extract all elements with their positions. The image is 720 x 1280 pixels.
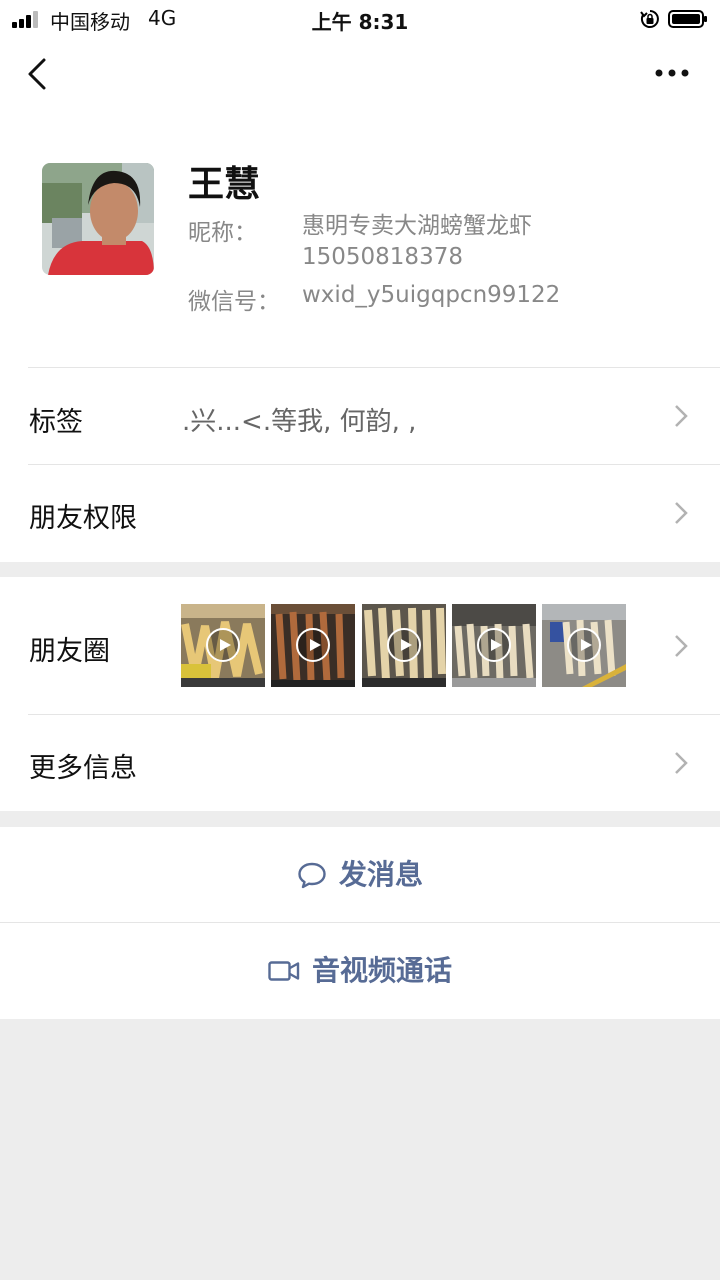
moment-thumbnail[interactable] [181, 604, 265, 687]
video-camera-icon [268, 961, 300, 981]
contact-name: 王慧 [188, 164, 261, 205]
play-icon [387, 628, 421, 662]
wechat-id-value: wxid_y5uigqpcn99122 [302, 282, 561, 308]
tags-label: 标签 [29, 407, 83, 438]
play-icon [296, 628, 330, 662]
wechat-id-label: 微信号： [188, 289, 280, 315]
more-info-label: 更多信息 [29, 753, 137, 784]
more-info-row[interactable]: 更多信息 [0, 715, 720, 811]
nickname-line-1: 惠明专卖大湖螃蟹龙虾 [302, 213, 532, 239]
battery-icon [668, 10, 707, 28]
avatar[interactable] [42, 163, 154, 275]
chevron-right-icon [675, 635, 688, 657]
send-message-label: 发消息 [338, 858, 423, 891]
permissions-label: 朋友权限 [29, 503, 137, 534]
send-message-button[interactable]: 发消息 [0, 827, 720, 922]
moments-label: 朋友圈 [29, 636, 110, 667]
audio-video-call-label: 音视频通话 [311, 954, 452, 987]
rotation-lock-icon [640, 10, 659, 28]
nickname-label: 昵称： [188, 220, 257, 246]
permissions-row[interactable]: 朋友权限 [0, 465, 720, 561]
play-icon [477, 628, 511, 662]
status-bar: 中国移动 4G 上午 8:31 [0, 0, 720, 38]
tags-value: .兴...<.等我, 何韵, , [182, 407, 417, 437]
play-icon [567, 628, 601, 662]
back-button[interactable] [22, 54, 56, 94]
chat-bubble-icon [298, 862, 326, 888]
moment-thumbnail[interactable] [362, 604, 446, 687]
tags-row[interactable]: 标签 .兴...<.等我, 何韵, , [0, 368, 720, 464]
moment-thumbnail[interactable] [271, 604, 355, 687]
audio-video-call-button[interactable]: 音视频通话 [0, 923, 720, 1019]
chevron-right-icon [675, 405, 688, 427]
nickname-line-2: 15050818378 [302, 244, 463, 270]
chevron-right-icon [675, 502, 688, 524]
nickname-value: 惠明专卖大湖螃蟹龙虾 15050818378 [302, 211, 532, 273]
moment-thumbnail[interactable] [542, 604, 626, 687]
moment-thumbnail[interactable] [452, 604, 536, 687]
play-icon [206, 628, 240, 662]
chevron-right-icon [675, 752, 688, 774]
status-time: 上午 8:31 [311, 10, 409, 34]
more-button[interactable] [648, 58, 696, 88]
